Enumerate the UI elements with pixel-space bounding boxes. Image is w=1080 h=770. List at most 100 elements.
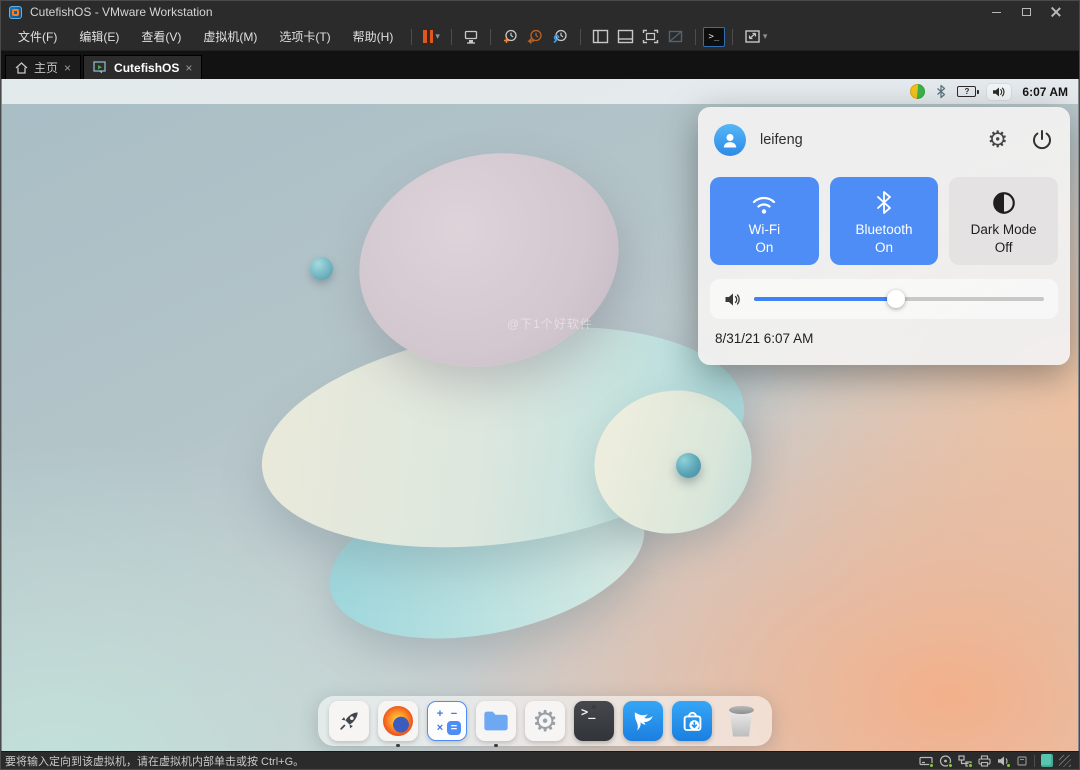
vm-viewport[interactable]: @下1个好软件 ? 6:07 AM leifeng ⚙ (1, 79, 1079, 751)
dock-launcher[interactable] (329, 701, 369, 741)
unity-mode-button[interactable] (663, 25, 688, 49)
control-center-panel: leifeng ⚙ Wi-Fi On Bluetooth On (698, 107, 1070, 365)
dock-thunder[interactable] (623, 701, 663, 741)
pause-vm-button[interactable]: ▾ (419, 25, 444, 49)
battery-icon[interactable]: ? (957, 86, 976, 97)
user-row: leifeng ⚙ (714, 123, 1054, 157)
menu-help[interactable]: 帮助(H) (342, 23, 405, 51)
revert-snapshot-button[interactable] (523, 25, 548, 49)
tabbar: 主页 × CutefishOS × (1, 51, 1079, 79)
window-title: CutefishOS - VMware Workstation (30, 5, 213, 19)
network-status-icon[interactable] (958, 755, 972, 767)
tab-cutefishos[interactable]: CutefishOS × (83, 55, 202, 79)
minimize-button[interactable] (981, 2, 1011, 22)
take-snapshot-button[interactable] (498, 25, 523, 49)
dock-terminal[interactable]: >_ (574, 701, 614, 741)
printer-status-icon[interactable] (978, 755, 991, 767)
status-separator (1034, 755, 1035, 767)
bluetooth-status-icon[interactable] (936, 84, 946, 99)
dock-trash[interactable] (721, 701, 761, 741)
manage-snapshots-button[interactable] (548, 25, 573, 49)
chevron-down-icon[interactable]: ▾ (435, 31, 440, 42)
tab-close-icon[interactable]: × (185, 61, 192, 75)
bottom-panel-icon (617, 29, 634, 44)
vm-screen-icon (93, 61, 108, 74)
usb-device-status-icon[interactable] (1016, 755, 1028, 767)
hard-disk-status-icon[interactable] (919, 755, 933, 767)
folder-icon (482, 709, 510, 733)
wallpaper-watermark: @下1个好软件 (507, 315, 593, 332)
dock-app-store[interactable] (672, 701, 712, 741)
settings-wheel-icon: ⚙ (532, 707, 558, 736)
send-ctrl-alt-del-button[interactable] (459, 25, 483, 49)
close-button[interactable] (1041, 2, 1071, 22)
fullscreen-button[interactable] (638, 25, 663, 49)
dark-mode-icon (991, 190, 1017, 216)
volume-status-button[interactable] (987, 84, 1011, 100)
speaker-icon (724, 292, 742, 307)
wifi-icon (749, 192, 779, 216)
tab-home[interactable]: 主页 × (5, 55, 81, 79)
snapshot-clock-icon (502, 28, 519, 45)
tab-home-label: 主页 (34, 59, 58, 76)
datetime-label: 8/31/21 6:07 AM (715, 331, 813, 346)
dock-file-manager[interactable] (476, 701, 516, 741)
resize-icon (744, 29, 761, 44)
status-message: 要将输入定向到该虚拟机，请在虚拟机内部单击或按 Ctrl+G。 (5, 753, 304, 769)
fullscreen-icon (642, 29, 659, 44)
dark-mode-status: Off (995, 239, 1013, 256)
wifi-toggle[interactable]: Wi-Fi On (710, 177, 819, 265)
message-log-icon[interactable] (1041, 754, 1053, 767)
clock-label[interactable]: 6:07 AM (1022, 85, 1068, 99)
firefox-icon (383, 706, 413, 736)
volume-slider[interactable] (754, 297, 1044, 301)
tab-vm-label: CutefishOS (114, 61, 179, 75)
show-thumbnail-bar-button[interactable] (613, 25, 638, 49)
sound-status-icon[interactable] (997, 755, 1010, 767)
menubar: 文件(F) 编辑(E) 查看(V) 虚拟机(M) 选项卡(T) 帮助(H) ▾ (1, 23, 1079, 51)
menu-view[interactable]: 查看(V) (130, 23, 192, 51)
chevron-down-icon[interactable]: ▾ (763, 31, 768, 42)
cdrom-status-icon[interactable] (939, 755, 952, 767)
dock: +− ×= ⚙ >_ (318, 696, 772, 746)
bluetooth-label: Bluetooth (855, 221, 912, 238)
quick-toggles: Wi-Fi On Bluetooth On Dark Mode Off (710, 177, 1058, 265)
revert-clock-icon (527, 28, 544, 45)
settings-gear-icon[interactable]: ⚙ (987, 129, 1008, 152)
menu-file[interactable]: 文件(F) (7, 23, 68, 51)
menu-vm[interactable]: 虚拟机(M) (192, 23, 268, 51)
wallpaper-sphere-right (676, 453, 701, 478)
fit-guest-button[interactable]: ▾ (740, 25, 772, 49)
wifi-label: Wi-Fi (749, 221, 780, 238)
person-icon (720, 130, 740, 150)
show-library-button[interactable] (588, 25, 613, 49)
dock-calculator[interactable]: +− ×= (427, 701, 467, 741)
volume-slider-fill (754, 297, 896, 301)
wallpaper-sphere-small (310, 257, 333, 280)
wifi-status: On (755, 239, 773, 256)
dock-firefox[interactable] (378, 701, 418, 741)
tab-close-icon[interactable]: × (64, 61, 71, 75)
user-avatar[interactable] (714, 124, 746, 156)
dark-mode-toggle[interactable]: Dark Mode Off (949, 177, 1058, 265)
resize-grip[interactable] (1059, 755, 1071, 767)
unity-disabled-icon (667, 29, 684, 44)
device-status-icons (919, 754, 1075, 767)
menu-tabs[interactable]: 选项卡(T) (268, 23, 341, 51)
dark-mode-label: Dark Mode (971, 221, 1037, 238)
bluetooth-icon (875, 189, 893, 216)
power-icon[interactable] (1030, 128, 1054, 152)
bluetooth-status: On (875, 239, 893, 256)
home-icon (15, 62, 28, 74)
bluetooth-toggle[interactable]: Bluetooth On (830, 177, 939, 265)
input-method-icon[interactable] (910, 84, 925, 99)
username-label: leifeng (760, 132, 803, 148)
maximize-button[interactable] (1011, 2, 1041, 22)
menu-edit[interactable]: 编辑(E) (68, 23, 130, 51)
calculator-icon: +− ×= (433, 707, 461, 735)
volume-slider-thumb[interactable] (887, 290, 905, 308)
pause-icon (423, 30, 433, 43)
dock-settings[interactable]: ⚙ (525, 701, 565, 741)
console-view-button[interactable]: >_ (703, 27, 725, 47)
device-icon (463, 29, 479, 45)
